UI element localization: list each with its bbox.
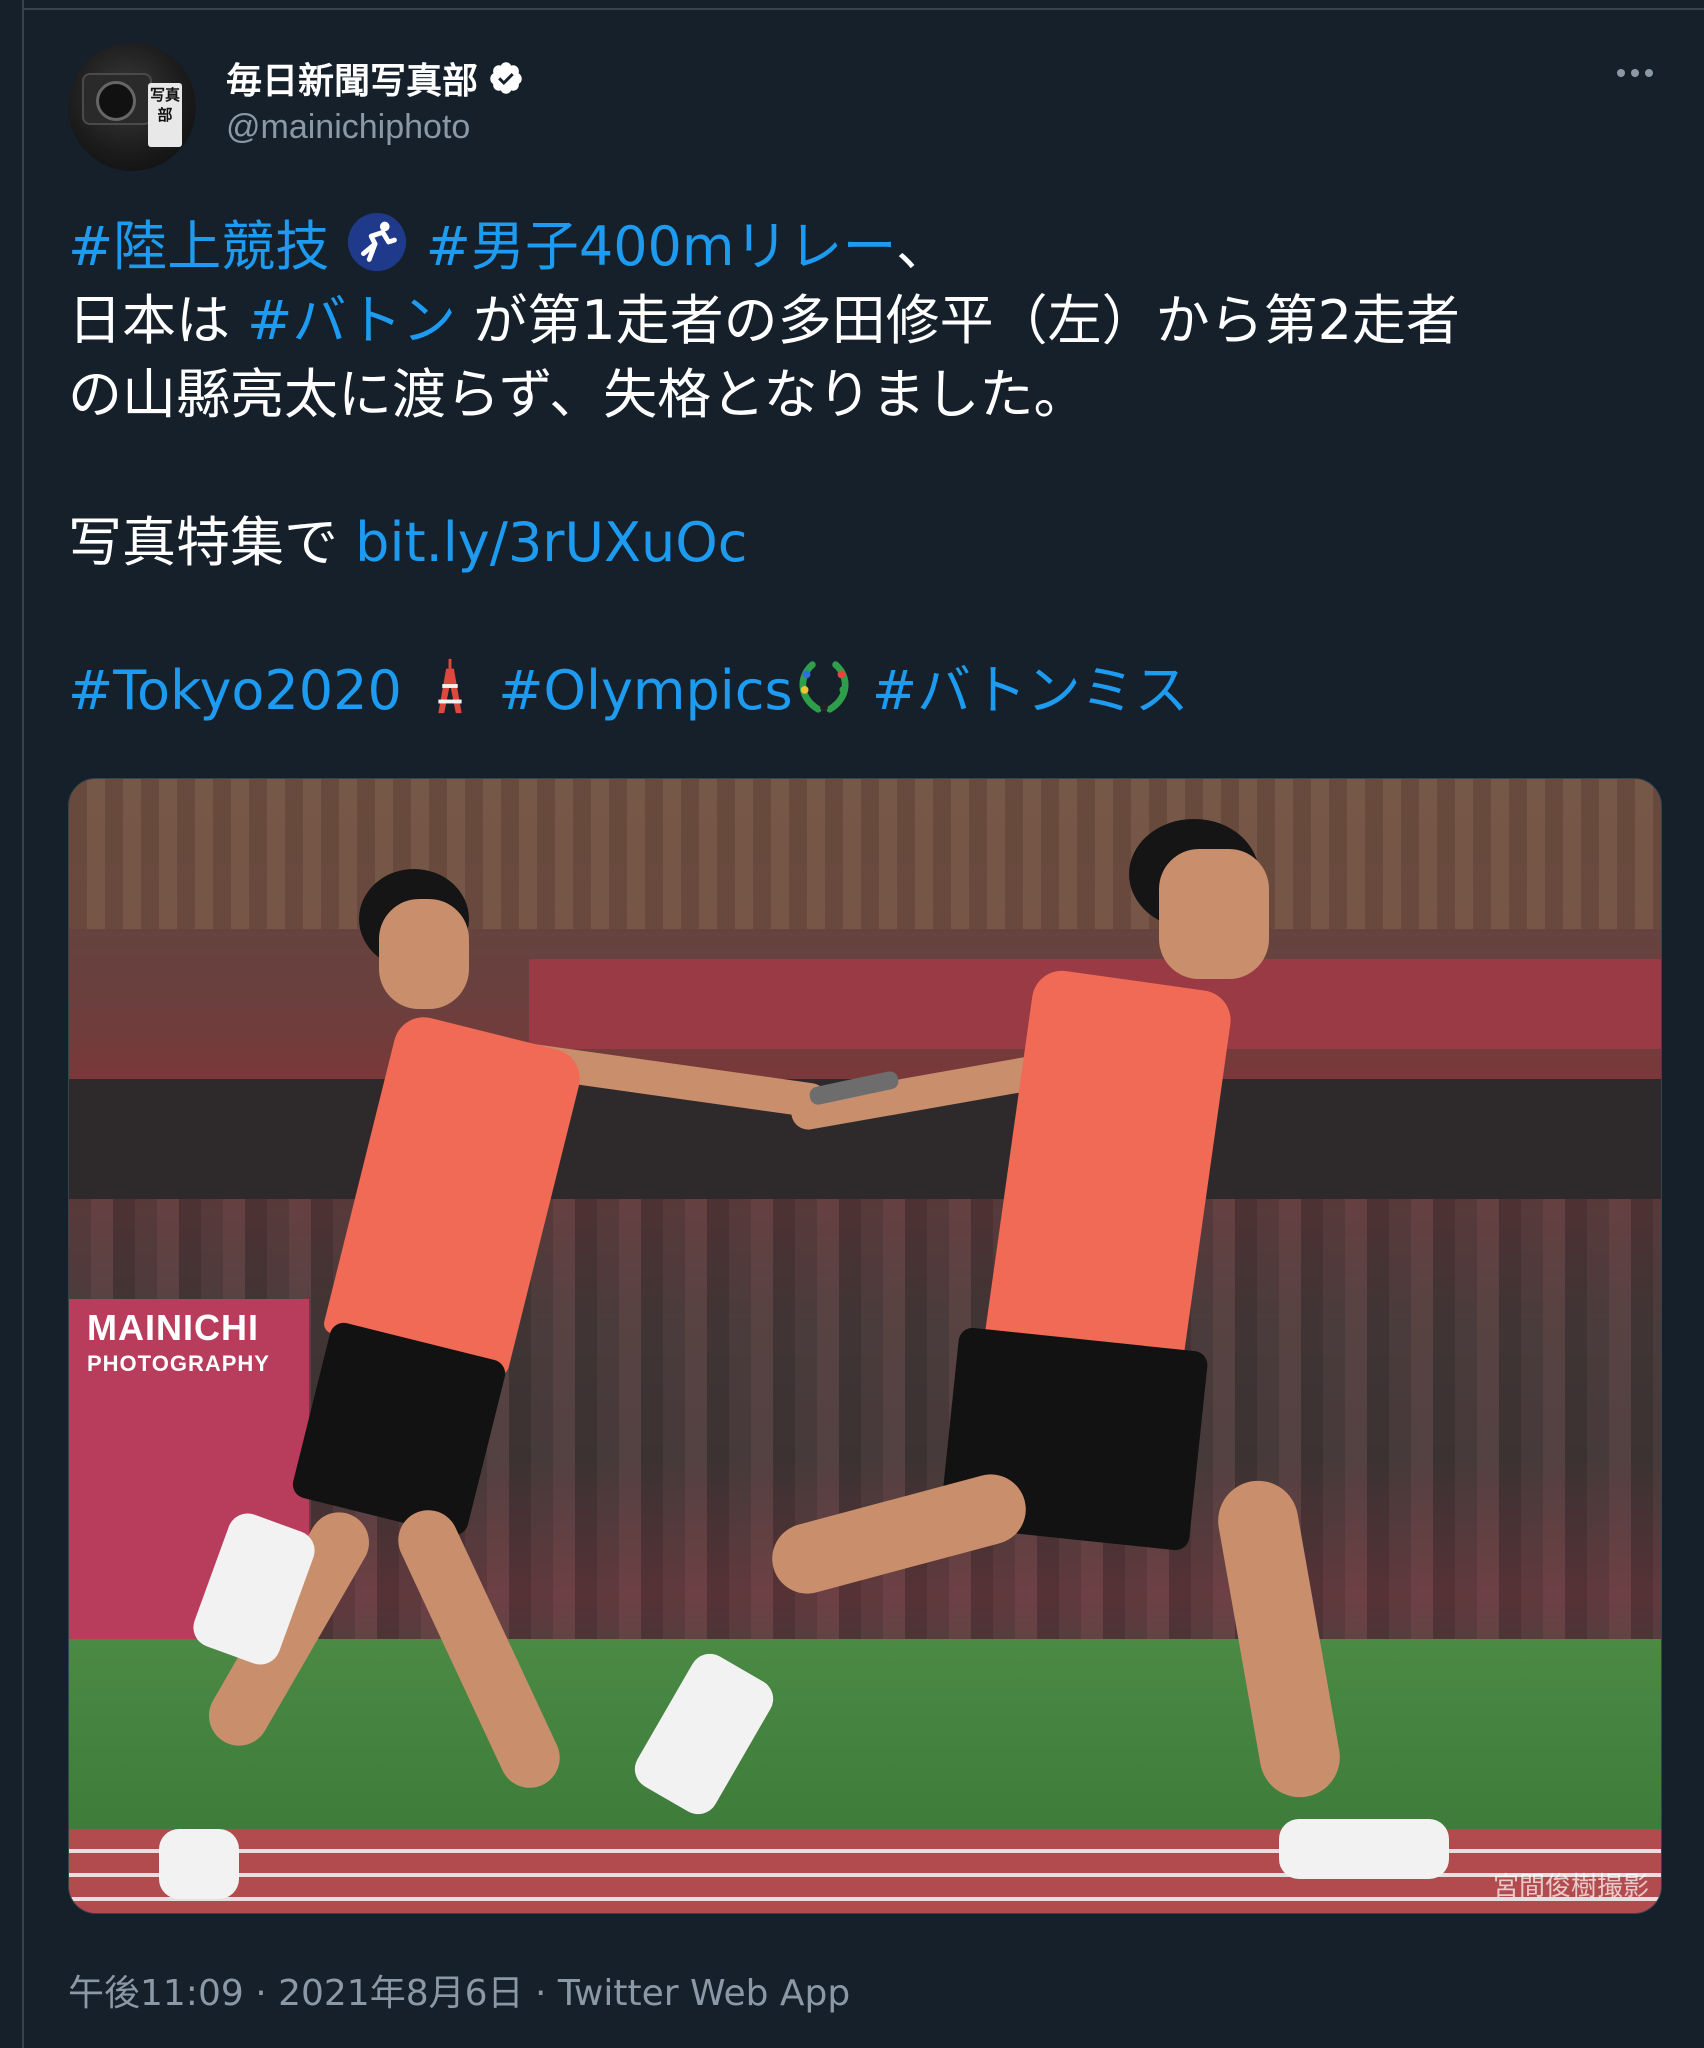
hashtag-link[interactable]: #陸上競技 [68,215,329,278]
camera-lens-icon [96,81,136,121]
more-dot [1617,69,1625,77]
tweet-line-2: 日本は #バトン が第1走者の多田修平（左）から第2走者 [68,284,1660,358]
tweet-photo[interactable]: MAINICHI PHOTOGRAPHY 宮間俊樹撮影 [68,778,1662,1914]
tweet-text: #陸上競技 #男子400mリレー、 日本は #バトン が第1走者の多田修平（左）… [68,210,1660,728]
laurel-wreath-emoji [799,661,849,713]
punctuation: 、 [895,215,950,278]
tweet-text-segment: 日本は [68,289,248,352]
runner-right-head [1159,849,1269,979]
running-sport-emoji [348,212,407,272]
photo-watermark: MAINICHI PHOTOGRAPHY [87,1307,270,1377]
hashtag-link[interactable]: #男子400mリレー [426,215,896,278]
tweet-metadata: 午後11:09 · 2021年8月6日 · Twitter Web App [68,1964,850,2016]
watermark-line-1: MAINICHI [87,1307,259,1348]
author-name-row[interactable]: 毎日新聞写真部 [226,52,524,104]
meta-separator: · [523,1973,558,2014]
external-link[interactable]: bit.ly/3rUXuOc [355,511,747,574]
verified-badge-icon [490,62,522,94]
avatar[interactable]: 写真部 [68,43,196,171]
tweet-source[interactable]: Twitter Web App [558,1973,850,2014]
hashtag-link[interactable]: #バトン [247,289,456,352]
photo-stands [69,779,1661,929]
timeline-border-left [22,0,24,2048]
runner-left-shoe [159,1829,239,1899]
runner-right-shoe [1279,1819,1449,1879]
hashtag-link[interactable]: #Tokyo2020 [68,659,402,722]
photo-credit: 宮間俊樹撮影 [1492,1872,1649,1902]
runner-left-head [379,899,469,1009]
tweet-time[interactable]: 午後11:09 [68,1973,244,2014]
tweet-text-segment: が第1走者の多田修平（左）から第2走者 [456,289,1460,352]
tweet-text-segment: 写真特集で [68,511,356,574]
hashtag-link[interactable]: #Olympics [498,659,792,722]
more-options-icon[interactable] [1610,58,1660,88]
tweet-line-5: #Tokyo2020 #Olympics #バトンミス [68,654,1660,728]
hashtag-link[interactable]: #バトンミス [872,659,1189,722]
timeline-border-top [22,8,1704,10]
tweet-line-4: 写真特集で bit.ly/3rUXuOc [68,506,1660,580]
more-dot [1645,69,1653,77]
more-dot [1631,69,1639,77]
tweet-date[interactable]: 2021年8月6日 [278,1973,523,2014]
photo-grass [69,1639,1661,1829]
tokyo-tower-emoji [438,658,462,714]
meta-separator: · [243,1973,279,2014]
tweet-line-3: の山縣亮太に渡らず、失格となりました。 [68,363,1088,426]
author-display-name[interactable]: 毎日新聞写真部 [226,52,478,104]
watermark-line-2: PHOTOGRAPHY [87,1351,270,1376]
tweet-line-1: #陸上競技 #男子400mリレー、 [68,210,1660,284]
tweet: 写真部 毎日新聞写真部 @mainichiphoto #陸上競技 #男子400m… [68,40,1662,2040]
author-handle[interactable]: @mainichiphoto [226,108,470,147]
avatar-seal-text: 写真部 [148,83,182,147]
